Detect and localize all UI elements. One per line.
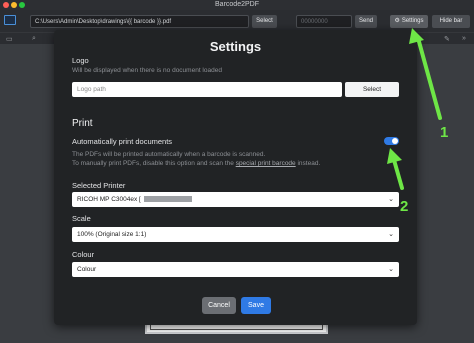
annotation-number-2: 2 <box>400 198 409 215</box>
app-window: Barcode2PDF C:\Users\Admin\Desktop\drawi… <box>0 0 474 343</box>
annotation-arrow-1 <box>409 28 442 120</box>
annotation-number-1: 1 <box>440 124 449 141</box>
annotation-overlay <box>387 28 442 190</box>
annotation-arrow-2 <box>387 148 404 190</box>
